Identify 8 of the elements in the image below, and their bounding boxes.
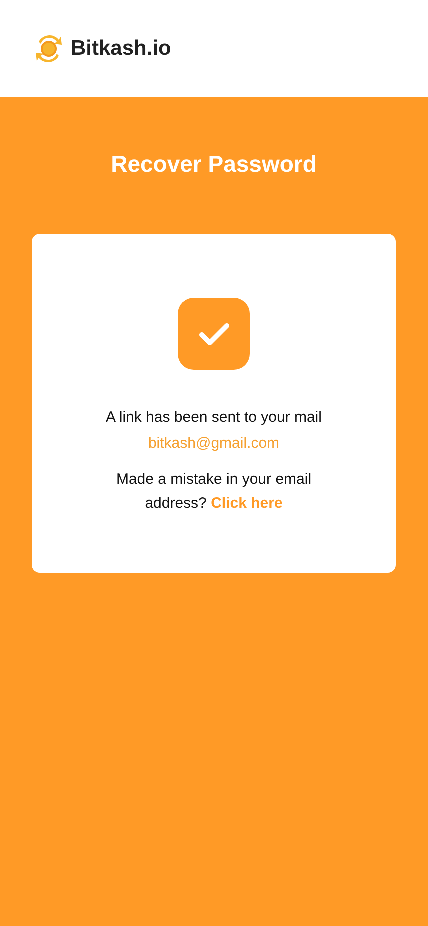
check-icon <box>178 298 250 370</box>
mistake-message: Made a mistake in your email address? Click here <box>115 470 313 514</box>
click-here-link[interactable]: Click here <box>211 494 283 512</box>
page-title: Recover Password <box>110 150 318 179</box>
logo-text: Bitkash.io <box>71 36 172 62</box>
sent-message: A link has been sent to your mail <box>106 408 322 428</box>
email-address: bitkash@gmail.com <box>148 434 280 454</box>
coin-logo-icon <box>33 34 65 64</box>
